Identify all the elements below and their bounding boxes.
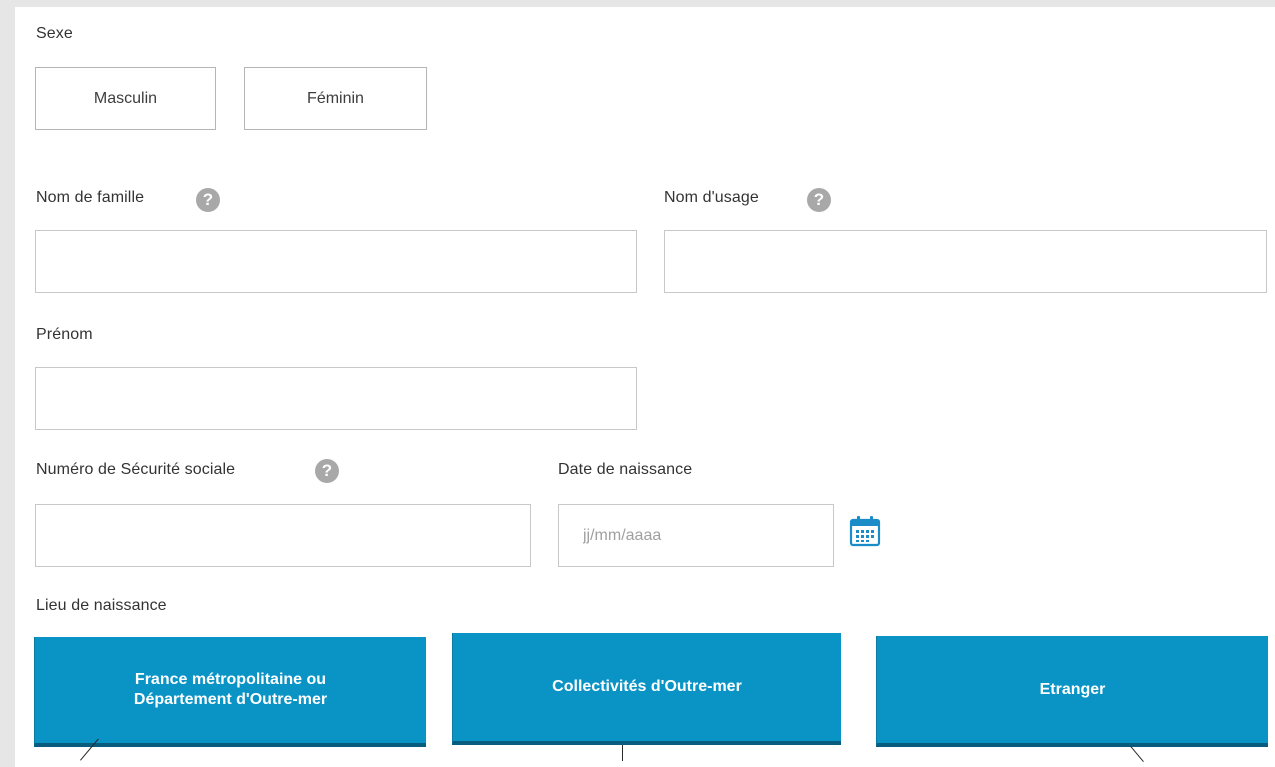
nom-usage-help-icon[interactable]: ? xyxy=(807,188,831,212)
nom-famille-input[interactable] xyxy=(35,230,637,293)
date-naissance-input[interactable] xyxy=(558,504,834,567)
securite-sociale-help-icon[interactable]: ? xyxy=(315,459,339,483)
nom-usage-input[interactable] xyxy=(664,230,1267,293)
etranger-button-label: Etranger xyxy=(1039,680,1106,698)
lieu-naissance-label: Lieu de naissance xyxy=(36,597,167,614)
sexe-label: Sexe xyxy=(36,25,73,42)
date-naissance-label: Date de naissance xyxy=(558,461,693,478)
feminin-button[interactable]: Féminin xyxy=(244,67,427,130)
france-metropolitaine-button-label: France métropolitaine ou Département d'O… xyxy=(133,671,328,708)
nom-usage-label: Nom d'usage xyxy=(664,189,759,206)
securite-sociale-label: Numéro de Sécurité sociale xyxy=(36,461,236,478)
prenom-label: Prénom xyxy=(36,326,93,343)
france-metropolitaine-button[interactable]: France métropolitaine ou Département d'O… xyxy=(34,637,426,747)
collectivites-outre-mer-button[interactable]: Collectivités d'Outre-mer xyxy=(452,633,841,745)
masculin-button[interactable]: Masculin xyxy=(35,67,216,130)
etranger-button[interactable]: Etranger xyxy=(876,636,1268,747)
nom-famille-help-icon[interactable]: ? xyxy=(196,188,220,212)
prenom-input[interactable] xyxy=(35,367,637,430)
collectivites-outre-mer-button-label: Collectivités d'Outre-mer xyxy=(552,678,742,695)
securite-sociale-input[interactable] xyxy=(35,504,531,567)
nom-famille-label: Nom de famille xyxy=(36,189,145,206)
calendar-icon[interactable] xyxy=(848,514,882,548)
pointer-line xyxy=(622,745,623,761)
